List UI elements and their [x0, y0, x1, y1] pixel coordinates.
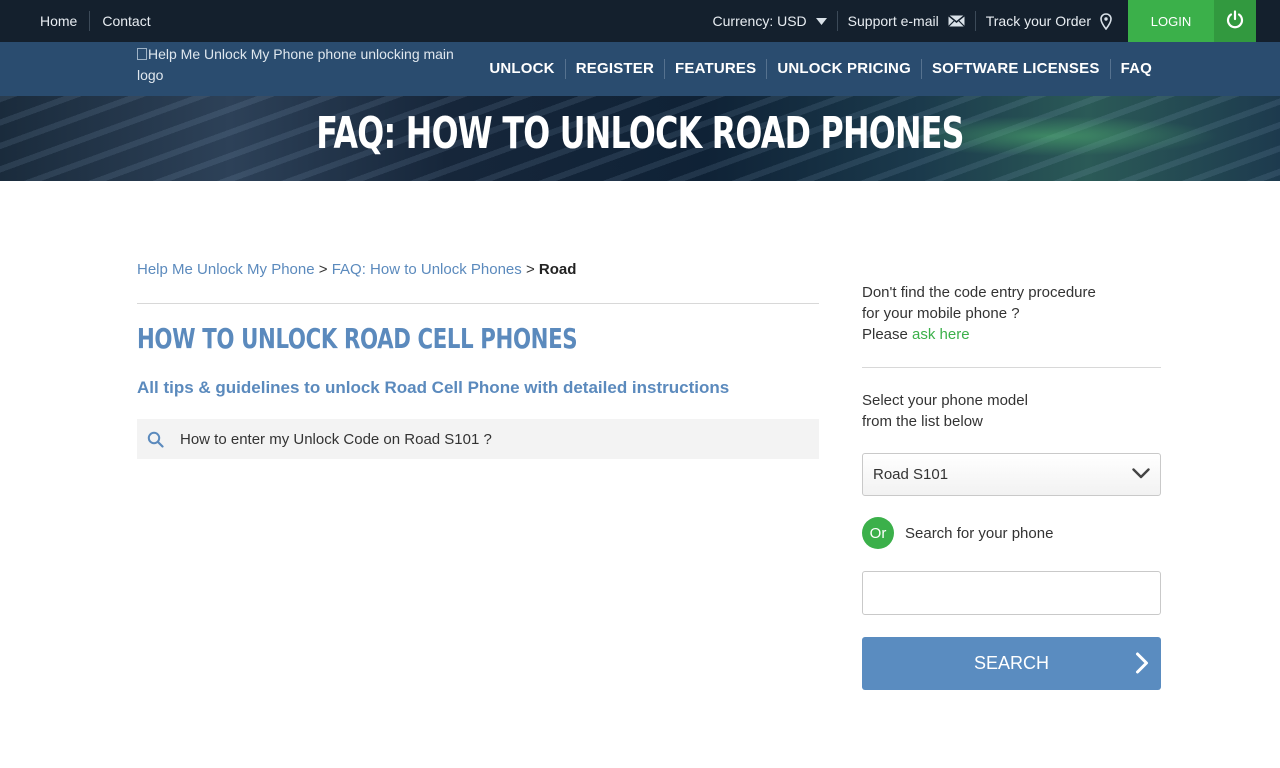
breadcrumb-home[interactable]: Help Me Unlock My Phone [137, 261, 315, 278]
site-logo[interactable]: Help Me Unlock My Phone phone unlocking … [137, 44, 477, 86]
hero-banner: FAQ: HOW TO UNLOCK ROAD PHONES [0, 96, 1280, 181]
caret-down-icon [815, 17, 827, 25]
content-divider [137, 303, 819, 304]
chevron-down-icon [1132, 466, 1150, 483]
login-button[interactable]: LOGIN [1128, 0, 1214, 42]
search-button[interactable]: SEARCH [862, 637, 1161, 690]
hero-title: FAQ: HOW TO UNLOCK ROAD PHONES [316, 108, 964, 159]
help-prompt-line: Don't find the code entry procedure [862, 284, 1096, 301]
top-actions: Currency: USD Support e-mail Track your … [703, 0, 1280, 42]
help-prompt-line: for your mobile phone ? [862, 305, 1020, 322]
power-icon [1225, 9, 1245, 33]
power-button[interactable] [1214, 0, 1256, 42]
track-label: Track your Order [985, 13, 1091, 29]
search-button-label: SEARCH [973, 653, 1049, 673]
support-email-link[interactable]: Support e-mail [836, 11, 975, 31]
model-select-label-line: Select your phone model [862, 392, 1028, 409]
page-subtitle: All tips & guidelines to unlock Road Cel… [137, 378, 730, 397]
or-badge: Or [862, 517, 894, 549]
page-title: HOW TO UNLOCK ROAD CELL PHONES [137, 322, 578, 355]
selected-model: Road S101 [873, 466, 949, 483]
help-prompt: Don't find the code entry procedure for … [862, 282, 1162, 345]
phone-model-select[interactable]: Road S101 [862, 453, 1161, 496]
or-search-row: Or Search for your phone [862, 517, 1053, 549]
nav-unlock-pricing[interactable]: UNLOCK PRICING [766, 59, 921, 79]
faq-item-label: How to enter my Unlock Code on Road S101… [180, 430, 492, 448]
nav-unlock[interactable]: UNLOCK [479, 59, 564, 79]
envelope-icon [947, 15, 965, 27]
breadcrumb: Help Me Unlock My Phone > FAQ: How to Un… [137, 261, 576, 278]
currency-label: Currency: USD [712, 13, 807, 29]
ask-here-link[interactable]: ask here [912, 326, 970, 343]
model-select-label-line: from the list below [862, 413, 983, 430]
breadcrumb-current: Road [538, 261, 577, 278]
home-link[interactable]: Home [28, 11, 89, 31]
nav-features[interactable]: FEATURES [664, 59, 766, 79]
contact-link[interactable]: Contact [89, 11, 162, 31]
track-order-link[interactable]: Track your Order [974, 11, 1122, 31]
nav-register[interactable]: REGISTER [564, 59, 664, 79]
logo-alt-text: Help Me Unlock My Phone phone unlocking … [137, 46, 454, 83]
main-navbar: Help Me Unlock My Phone phone unlocking … [0, 42, 1280, 96]
support-label: Support e-mail [847, 13, 939, 29]
nav-faq[interactable]: FAQ [1109, 59, 1162, 79]
location-pin-icon [1100, 12, 1112, 30]
breadcrumb-separator: > [318, 261, 328, 278]
top-links: Home Contact [28, 0, 163, 42]
phone-search-input[interactable] [862, 571, 1161, 615]
main-menu: UNLOCK REGISTER FEATURES UNLOCK PRICING … [479, 42, 1162, 96]
please-text: Please [862, 326, 908, 343]
faq-item[interactable]: How to enter my Unlock Code on Road S101… [137, 419, 819, 459]
search-phone-label: Search for your phone [905, 524, 1054, 542]
search-icon [138, 431, 172, 448]
top-bar: Home Contact Currency: USD Support e-mai… [0, 0, 1280, 42]
breadcrumb-separator: > [525, 261, 535, 278]
sidebar-divider [862, 367, 1161, 368]
broken-image-icon [137, 48, 147, 60]
currency-selector[interactable]: Currency: USD [703, 11, 837, 31]
nav-software-licenses[interactable]: SOFTWARE LICENSES [920, 59, 1110, 79]
model-select-label: Select your phone model from the list be… [862, 390, 1122, 432]
breadcrumb-faq[interactable]: FAQ: How to Unlock Phones [332, 261, 522, 278]
chevron-right-icon [1135, 652, 1149, 679]
